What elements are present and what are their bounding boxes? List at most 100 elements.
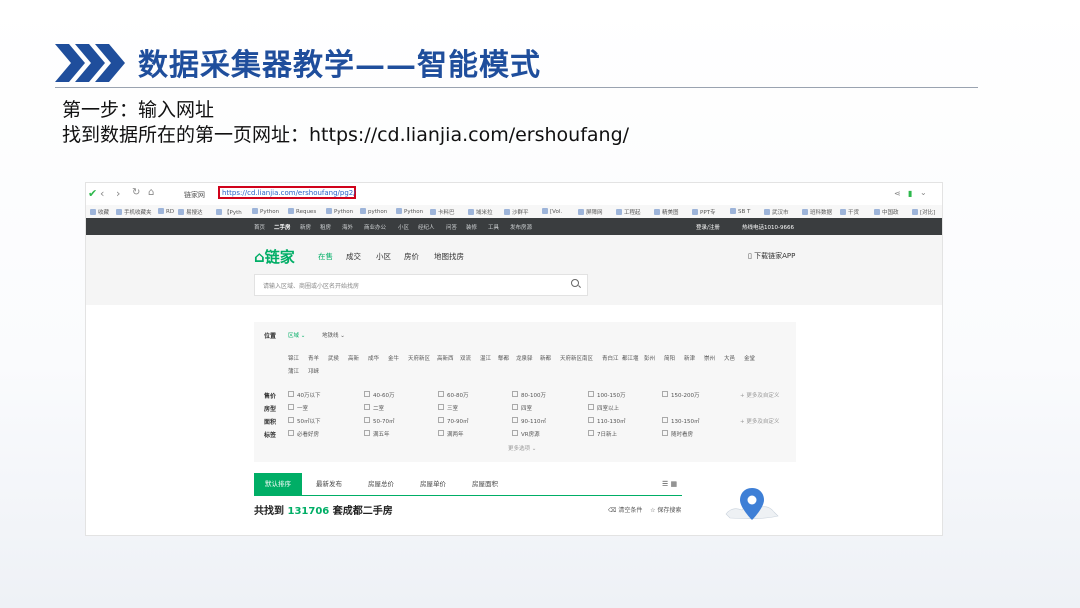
district-option[interactable]: 龙泉驿 xyxy=(516,354,533,362)
url-field[interactable]: https://cd.lianjia.com/ershoufang/pg2/ xyxy=(222,189,356,197)
district-option[interactable]: 彭州 xyxy=(644,354,655,362)
filter-checkbox[interactable]: 90-110㎡ xyxy=(512,417,546,425)
bookmark-item[interactable]: Python xyxy=(326,208,353,215)
chevron-down-icon[interactable]: ⌄ xyxy=(920,188,927,197)
filter-checkbox[interactable]: 40万以下 xyxy=(288,391,321,399)
district-option[interactable]: 锦江 xyxy=(288,354,299,362)
list-view-icon[interactable]: ☰ ▦ xyxy=(662,480,677,488)
topbar-link[interactable]: 问答 xyxy=(446,223,457,231)
bookmark-item[interactable]: 屏障网 xyxy=(578,208,603,216)
topbar-link[interactable]: 装修 xyxy=(466,223,477,231)
site-logo[interactable]: ⌂链家 xyxy=(254,246,295,267)
bookmark-item[interactable]: RD xyxy=(158,208,174,215)
topbar-link[interactable]: 经纪人 xyxy=(418,223,435,231)
filter-checkbox[interactable]: 一室 xyxy=(288,404,308,412)
bookmark-item[interactable]: 手机收藏夹 xyxy=(116,208,152,216)
filter-checkbox[interactable]: 7日新上 xyxy=(588,430,617,438)
filter-checkbox[interactable]: 四室 xyxy=(512,404,532,412)
bookmark-item[interactable]: 沙群平 xyxy=(504,208,529,216)
login-link[interactable]: 登录/注册 xyxy=(696,223,720,231)
topbar-link[interactable]: 二手房 xyxy=(274,223,291,231)
sort-tab[interactable]: 最新发布 xyxy=(316,473,342,495)
bookmark-item[interactable]: 收藏 xyxy=(90,208,109,216)
topbar-link[interactable]: 首页 xyxy=(254,223,265,231)
nav-item[interactable]: 小区 xyxy=(376,251,391,262)
extension-icon[interactable]: ▮ xyxy=(908,189,912,198)
bookmark-item[interactable]: [对比] xyxy=(912,208,935,216)
bookmark-item[interactable]: 武汉市 xyxy=(764,208,789,216)
clear-conditions-link[interactable]: ⌫ 清空条件 xyxy=(608,507,642,514)
filter-checkbox[interactable]: VR房源 xyxy=(512,430,540,438)
district-option[interactable]: 青白江 xyxy=(602,354,619,362)
download-app-link[interactable]: ▯ 下载链家APP xyxy=(748,251,795,261)
filter-checkbox[interactable]: 130-150㎡ xyxy=(662,417,699,425)
topbar-link[interactable]: 新房 xyxy=(300,223,311,231)
topbar-link[interactable]: 商业办公 xyxy=(364,223,386,231)
filter-checkbox[interactable]: 四室以上 xyxy=(588,404,619,412)
district-option[interactable]: 双流 xyxy=(460,354,471,362)
sort-tab[interactable]: 房屋面积 xyxy=(472,473,498,495)
district-option[interactable]: 郫都 xyxy=(498,354,509,362)
filter-checkbox[interactable]: 70-90㎡ xyxy=(438,417,468,425)
filter-checkbox[interactable]: 100-150万 xyxy=(588,391,625,399)
nav-item[interactable]: 地图找房 xyxy=(434,251,464,262)
district-option[interactable]: 天府新区南区 xyxy=(560,354,593,362)
filter-checkbox[interactable]: 150-200万 xyxy=(662,391,699,399)
bookmark-item[interactable]: 干货 xyxy=(840,208,859,216)
filter-checkbox[interactable]: 40-60万 xyxy=(364,391,394,399)
bookmark-item[interactable]: python xyxy=(360,208,387,215)
sort-tab[interactable]: 房屋总价 xyxy=(368,473,394,495)
filter-tab-district[interactable]: 区域 ⌄ xyxy=(288,331,305,339)
district-option[interactable]: 都江堰 xyxy=(622,354,639,362)
bookmark-item[interactable]: 班科数据 xyxy=(802,208,832,216)
filter-checkbox[interactable]: 110-130㎡ xyxy=(588,417,625,425)
bookmark-item[interactable]: 精美图 xyxy=(654,208,679,216)
bookmark-item[interactable]: PPT专 xyxy=(692,208,716,216)
topbar-link[interactable]: 海外 xyxy=(342,223,353,231)
filter-checkbox[interactable]: 随时看房 xyxy=(662,430,693,438)
district-option[interactable]: 金牛 xyxy=(388,354,399,362)
bookmark-item[interactable]: Reques xyxy=(288,208,316,215)
bookmark-item[interactable]: 工程起 xyxy=(616,208,641,216)
filter-checkbox[interactable]: 必看好房 xyxy=(288,430,319,438)
bookmark-item[interactable]: Python xyxy=(396,208,423,215)
nav-item[interactable]: 房价 xyxy=(404,251,419,262)
search-icon[interactable] xyxy=(571,279,579,287)
filter-checkbox[interactable]: 满五年 xyxy=(364,430,390,438)
filter-checkbox[interactable]: 二室 xyxy=(364,404,384,412)
bookmark-item[interactable]: [Vol. xyxy=(542,208,562,215)
topbar-link[interactable]: 租房 xyxy=(320,223,331,231)
district-option[interactable]: 大邑 xyxy=(724,354,735,362)
topbar-link[interactable]: 小区 xyxy=(398,223,409,231)
more-options-toggle[interactable]: 更多选项 ⌄ xyxy=(508,444,536,452)
bookmark-item[interactable]: 中国政 xyxy=(874,208,899,216)
district-option[interactable]: 新都 xyxy=(540,354,551,362)
filter-checkbox[interactable]: 50-70㎡ xyxy=(364,417,394,425)
district-option[interactable]: 蒲江 xyxy=(288,367,299,375)
district-option[interactable]: 青羊 xyxy=(308,354,319,362)
bookmark-item[interactable]: Python xyxy=(252,208,279,215)
district-option[interactable]: 高新 xyxy=(348,354,359,362)
district-option[interactable]: 高新西 xyxy=(437,354,454,362)
district-option[interactable]: 邛崃 xyxy=(308,367,319,375)
district-option[interactable]: 天府新区 xyxy=(408,354,430,362)
filter-checkbox[interactable]: 50㎡以下 xyxy=(288,417,321,425)
filter-checkbox[interactable]: 80-100万 xyxy=(512,391,546,399)
filter-checkbox[interactable]: 60-80万 xyxy=(438,391,468,399)
reload-icon[interactable]: ↻ xyxy=(132,187,140,198)
district-option[interactable]: 武侯 xyxy=(328,354,339,362)
nav-item[interactable]: 在售 xyxy=(318,251,333,262)
share-icon[interactable]: ⋖ xyxy=(894,189,901,198)
filter-checkbox[interactable]: 三室 xyxy=(438,404,458,412)
bookmark-item[interactable]: 域米拉 xyxy=(468,208,493,216)
home-icon[interactable]: ⌂ xyxy=(148,187,154,198)
bookmark-item[interactable]: 易搜达 xyxy=(178,208,203,216)
topbar-link[interactable]: 工具 xyxy=(488,223,499,231)
filter-more-link[interactable]: + 更多及自定义 xyxy=(740,417,779,425)
district-option[interactable]: 新津 xyxy=(684,354,695,362)
search-input[interactable]: 请输入区域、商圈或小区名开始找房 xyxy=(254,274,588,296)
filter-checkbox[interactable]: 满两年 xyxy=(438,430,464,438)
bookmark-item[interactable]: 卡料巴 xyxy=(430,208,455,216)
district-option[interactable]: 成华 xyxy=(368,354,379,362)
bookmark-item[interactable]: 【Pyth xyxy=(216,208,242,216)
